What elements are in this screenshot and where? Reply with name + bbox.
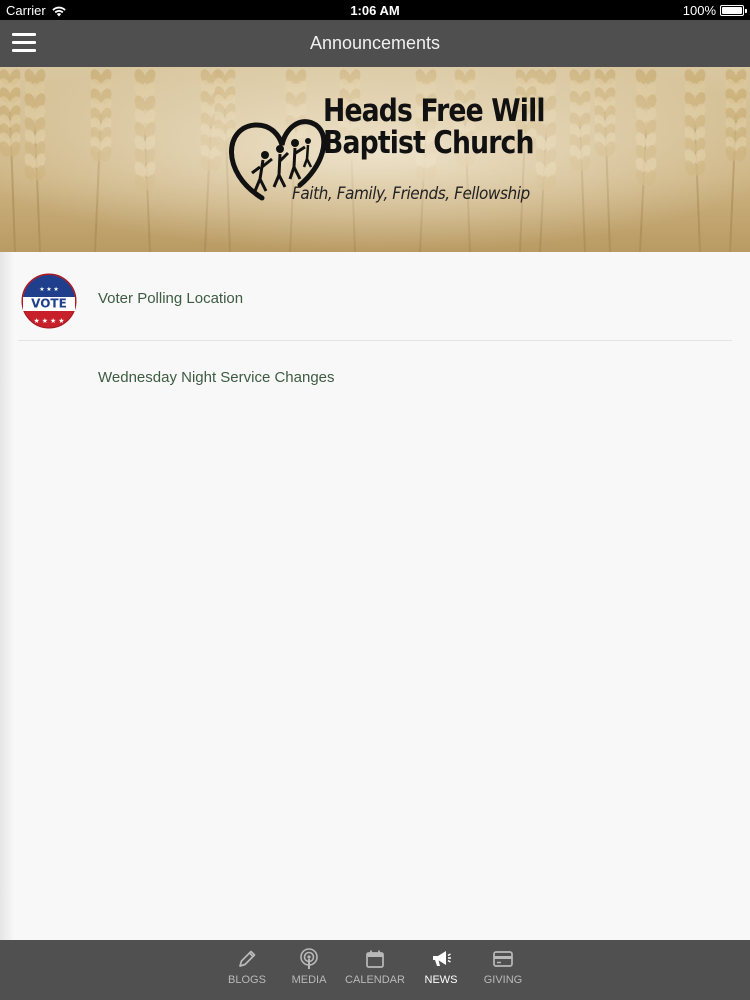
status-bar: Carrier 1:06 AM 100% bbox=[0, 0, 750, 20]
tab-label: CALENDAR bbox=[345, 974, 405, 986]
bottom-tab-bar: BLOGS MEDIA CALENDAR NEWS GIVING bbox=[0, 940, 750, 1000]
megaphone-icon bbox=[433, 951, 451, 966]
tab-label: GIVING bbox=[483, 974, 523, 986]
tab-label: BLOGS bbox=[228, 974, 266, 986]
announcement-list: VOTE ★ ★ ★ ★ ★ ★ ★ Voter Polling Locatio… bbox=[0, 252, 750, 417]
tab-calendar[interactable]: CALENDAR bbox=[340, 940, 410, 1000]
announcement-title: Wednesday Night Service Changes bbox=[98, 369, 335, 386]
status-time: 1:06 AM bbox=[350, 3, 400, 18]
battery-icon bbox=[720, 5, 747, 16]
svg-text:★ ★ ★ ★: ★ ★ ★ ★ bbox=[34, 317, 65, 325]
announcement-item-wednesday-service[interactable]: Wednesday Night Service Changes bbox=[18, 340, 732, 417]
tab-label: NEWS bbox=[424, 974, 458, 986]
page-title: Announcements bbox=[309, 33, 441, 53]
battery-percent: 100% bbox=[682, 3, 716, 18]
church-name-line2: Baptist Church bbox=[323, 125, 534, 161]
church-tagline: Faith, Family, Friends, Fellowship bbox=[292, 184, 530, 204]
announcement-item-voter-polling[interactable]: VOTE ★ ★ ★ ★ ★ ★ ★ Voter Polling Locatio… bbox=[18, 252, 732, 340]
calendar-icon bbox=[366, 950, 384, 968]
announcements-screen: Carrier 1:06 AM 100% Announcements Heads… bbox=[0, 0, 750, 1000]
svg-text:★ ★ ★: ★ ★ ★ bbox=[39, 286, 58, 293]
vote-thumb-text: VOTE bbox=[31, 297, 67, 311]
church-name-line1: Heads Free Will bbox=[323, 93, 545, 129]
nav-bar: Announcements bbox=[0, 20, 750, 67]
credit-card-icon bbox=[493, 951, 513, 967]
tab-giving[interactable]: GIVING bbox=[472, 940, 534, 1000]
battery-indicator: 100% bbox=[682, 3, 747, 18]
tab-blogs[interactable]: BLOGS bbox=[216, 940, 278, 1000]
church-banner: Heads Free Will Baptist Church Faith, Fa… bbox=[0, 67, 750, 252]
vote-button-icon: VOTE ★ ★ ★ ★ ★ ★ ★ bbox=[21, 273, 77, 329]
announcement-title: Voter Polling Location bbox=[98, 290, 244, 307]
tab-media[interactable]: MEDIA bbox=[278, 940, 340, 1000]
podcast-icon bbox=[300, 948, 318, 969]
tab-news[interactable]: NEWS bbox=[410, 940, 472, 1000]
pencil-icon bbox=[239, 950, 256, 967]
church-name: Heads Free Will Baptist Church bbox=[323, 95, 545, 159]
tab-label: MEDIA bbox=[291, 974, 327, 986]
